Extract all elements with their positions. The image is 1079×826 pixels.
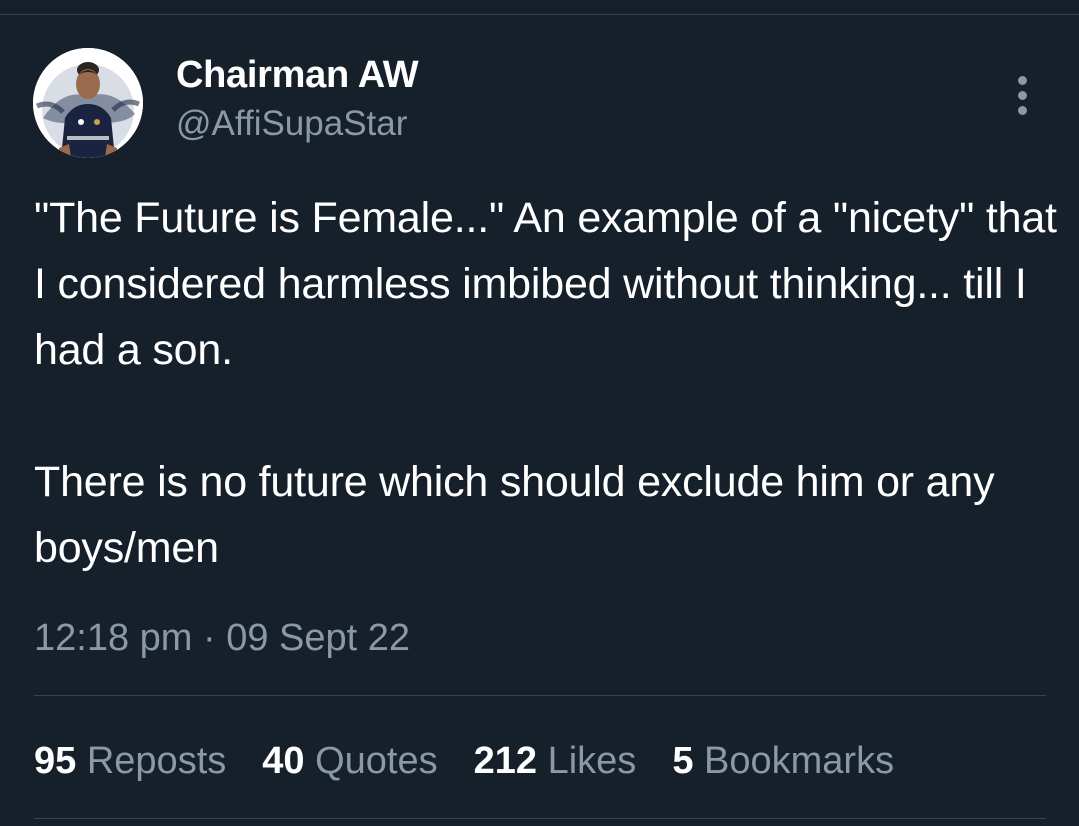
more-options-button[interactable] bbox=[1000, 70, 1046, 120]
tweet-text: "The Future is Female..." An example of … bbox=[34, 185, 1064, 581]
stat-label: Reposts bbox=[86, 740, 227, 782]
tweet-timestamp[interactable]: 12:18 pm · 09 Sept 22 bbox=[34, 613, 410, 663]
engagement-stats: 95 Reposts 40 Quotes 212 Likes 5 Bookmar… bbox=[34, 733, 894, 789]
divider bbox=[34, 818, 1046, 819]
stat-label: Likes bbox=[547, 740, 637, 782]
stat-reposts[interactable]: 95 Reposts bbox=[34, 733, 226, 789]
stat-likes[interactable]: 212 Likes bbox=[474, 733, 637, 789]
stat-quotes[interactable]: 40 Quotes bbox=[262, 733, 437, 789]
divider bbox=[34, 695, 1046, 696]
avatar-image bbox=[33, 48, 143, 158]
stat-count: 40 bbox=[262, 740, 305, 782]
top-divider bbox=[0, 14, 1079, 15]
author-display-name[interactable]: Chairman AW bbox=[176, 52, 419, 98]
stat-bookmarks[interactable]: 5 Bookmarks bbox=[672, 733, 894, 789]
stat-count: 212 bbox=[473, 740, 538, 782]
stat-label: Bookmarks bbox=[704, 740, 895, 782]
tweet-paragraph: "The Future is Female..." An example of … bbox=[34, 194, 1057, 374]
avatar[interactable] bbox=[33, 48, 143, 158]
stat-count: 5 bbox=[672, 740, 694, 782]
author-handle[interactable]: @AffiSupaStar bbox=[176, 103, 407, 145]
stat-count: 95 bbox=[34, 740, 77, 782]
tweet-paragraph: There is no future which should exclude … bbox=[34, 458, 995, 572]
stat-label: Quotes bbox=[315, 740, 438, 782]
